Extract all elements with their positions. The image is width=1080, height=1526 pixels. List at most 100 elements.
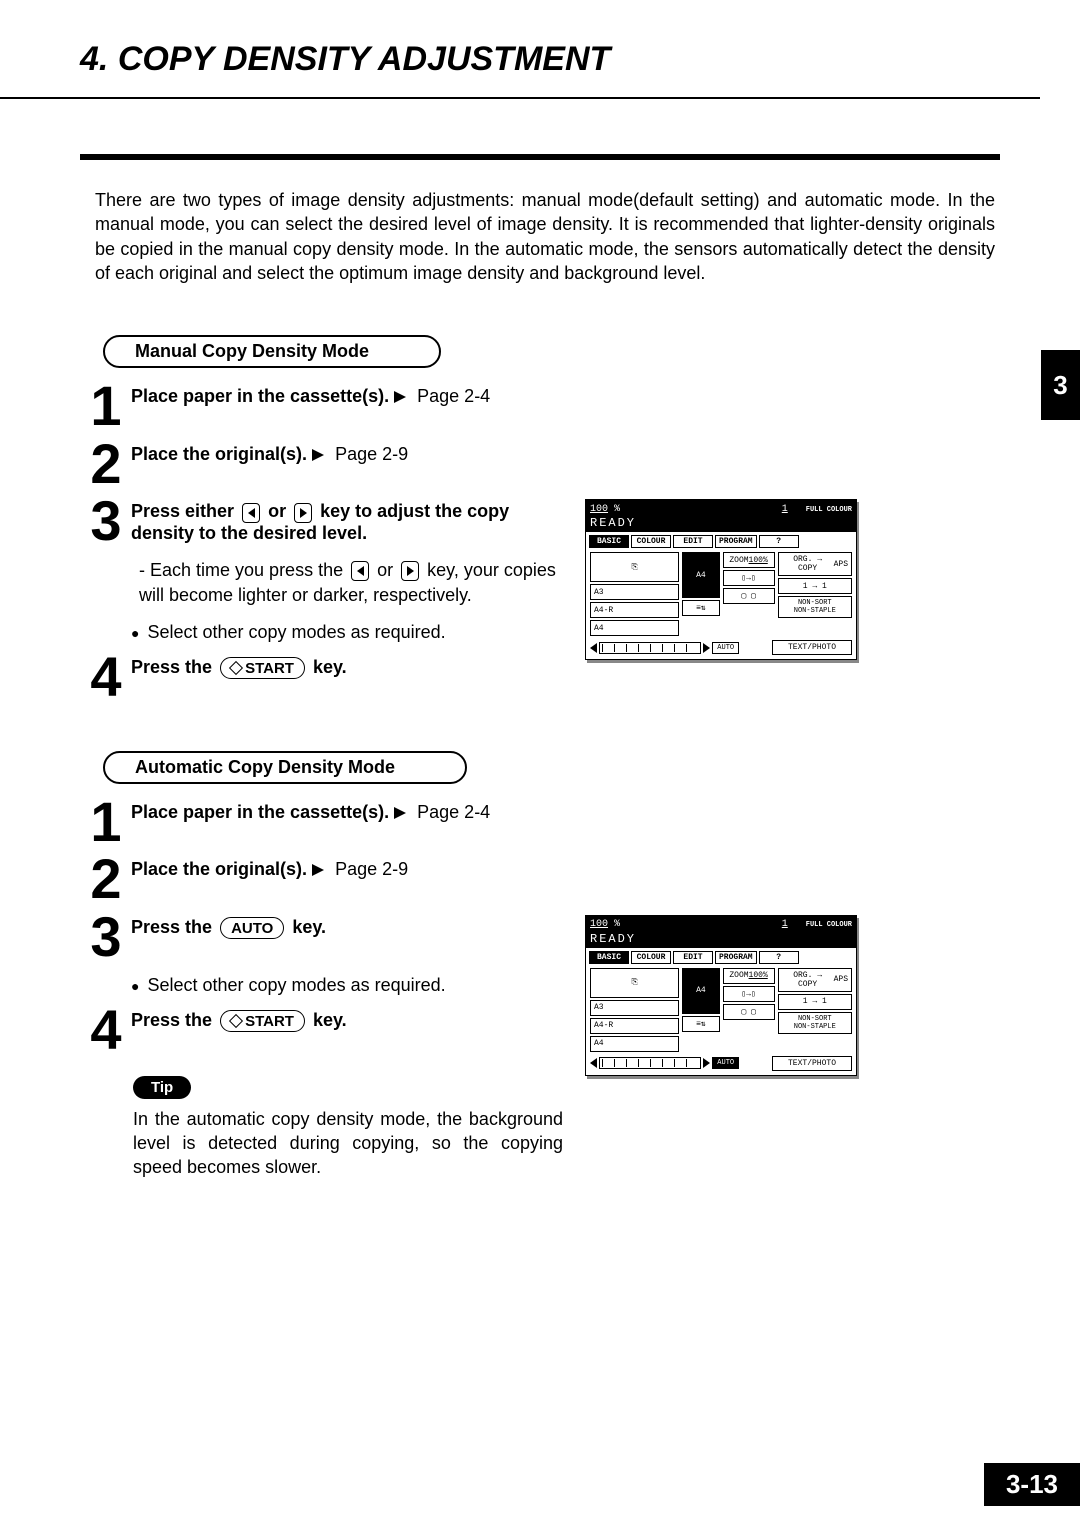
- panel-finisher-icon[interactable]: ▢ ▢: [723, 588, 775, 604]
- panel-tab-edit[interactable]: EDIT: [673, 535, 713, 548]
- reference-arrow-icon: [312, 864, 324, 876]
- density-lighter-key-icon: [351, 561, 369, 581]
- step-bullet: Select other copy modes as required.: [131, 622, 565, 643]
- panel-sort[interactable]: NON-SORT NON-STAPLE: [778, 1012, 852, 1034]
- reference-arrow-icon: [394, 807, 406, 819]
- page-reference: Page 2-9: [335, 444, 408, 464]
- chapter-tab: 3: [1041, 350, 1080, 420]
- step-number: 1: [85, 798, 127, 846]
- page-reference: Page 2-9: [335, 859, 408, 879]
- auto-step-4: 4 Press the START key.: [85, 1006, 565, 1054]
- reference-arrow-icon: [312, 449, 324, 461]
- panel-paper-a4r[interactable]: A4-R: [590, 602, 679, 618]
- panel-tab-basic[interactable]: BASIC: [589, 535, 629, 548]
- panel-sort[interactable]: NON-SORT NON-STAPLE: [778, 596, 852, 618]
- panel-density-lighter-icon[interactable]: [590, 643, 597, 653]
- step-number: 4: [85, 653, 127, 701]
- panel-bypass-tray-icon[interactable]: ⎘: [590, 552, 679, 582]
- step-number: 4: [85, 1006, 127, 1054]
- panel-density-slider[interactable]: [599, 642, 701, 654]
- panel-density-darker-icon[interactable]: [703, 1058, 710, 1068]
- panel-density-darker-icon[interactable]: [703, 643, 710, 653]
- step-text: Place paper in the cassette(s).: [131, 802, 389, 822]
- panel-colour-mode: FULL COLOUR: [806, 506, 852, 514]
- auto-mode-heading: Automatic Copy Density Mode: [103, 751, 467, 784]
- panel-paper-a4r[interactable]: A4-R: [590, 1018, 679, 1034]
- step-number: 3: [85, 497, 127, 545]
- panel-org-copy[interactable]: ORG. → COPYAPS: [778, 552, 852, 576]
- density-darker-key-icon: [294, 503, 312, 523]
- horizontal-rule: [80, 154, 1000, 160]
- copier-display-panel: 100 % 1 FULL COLOUR READY BASIC COLOUR E…: [585, 499, 857, 660]
- panel-auto-button[interactable]: AUTO: [712, 1057, 739, 1069]
- step-text-b: key.: [313, 657, 347, 677]
- step-bullet: Select other copy modes as required.: [131, 975, 565, 996]
- panel-colour-mode: FULL COLOUR: [806, 921, 852, 929]
- step-number: 2: [85, 440, 127, 488]
- panel-tab-program[interactable]: PROGRAM: [715, 951, 757, 964]
- step-number: 3: [85, 913, 127, 961]
- section-title: COPY DENSITY ADJUSTMENT: [118, 40, 610, 78]
- manual-step-3: 3 Press either or key to adjust the copy…: [85, 497, 565, 643]
- panel-stack-icon[interactable]: ≡⇅: [682, 600, 719, 616]
- copier-display-panel: 100 % 1 FULL COLOUR READY BASIC COLOUR E…: [585, 915, 857, 1076]
- intro-paragraph: There are two types of image density adj…: [95, 188, 995, 285]
- step-text-b: or: [268, 501, 286, 521]
- panel-zoom-button[interactable]: ZOOM100%: [723, 552, 775, 568]
- step-text-b: key.: [292, 917, 326, 937]
- panel-paper-a3[interactable]: A3: [590, 584, 679, 600]
- panel-duplex-icon[interactable]: ▯→▯: [723, 570, 775, 586]
- panel-copy-count: 1: [782, 919, 788, 930]
- step-sub-text: - Each time you press the or key, your c…: [139, 558, 565, 608]
- panel-copy-count: 1: [782, 504, 788, 515]
- density-darker-key-icon: [401, 561, 419, 581]
- panel-zoom-button[interactable]: ZOOM100%: [723, 968, 775, 984]
- manual-mode-heading: Manual Copy Density Mode: [103, 335, 441, 368]
- panel-org-copy[interactable]: ORG. → COPYAPS: [778, 968, 852, 992]
- panel-tab-colour[interactable]: COLOUR: [631, 951, 671, 964]
- step-text-a: Press the: [131, 1010, 212, 1030]
- panel-paper-a4[interactable]: A4: [590, 620, 679, 636]
- manual-step-1: 1 Place paper in the cassette(s). Page 2…: [85, 382, 1040, 430]
- panel-paper-a4-sel[interactable]: A4: [682, 968, 719, 1014]
- auto-step-1: 1 Place paper in the cassette(s). Page 2…: [85, 798, 1040, 846]
- panel-one-to-one[interactable]: 1 → 1: [778, 578, 852, 594]
- auto-step-2: 2 Place the original(s). Page 2-9: [85, 855, 1040, 903]
- panel-tab-help-icon[interactable]: ?: [759, 535, 799, 548]
- panel-tab-basic[interactable]: BASIC: [589, 951, 629, 964]
- panel-density-lighter-icon[interactable]: [590, 1058, 597, 1068]
- step-text-a: Press the: [131, 657, 212, 677]
- start-key-icon: START: [220, 1010, 305, 1032]
- step-number: 2: [85, 855, 127, 903]
- panel-stack-icon[interactable]: ≡⇅: [682, 1016, 719, 1032]
- page-reference: Page 2-4: [417, 386, 490, 406]
- panel-bypass-tray-icon[interactable]: ⎘: [590, 968, 679, 998]
- panel-paper-a4[interactable]: A4: [590, 1036, 679, 1052]
- panel-density-slider[interactable]: [599, 1057, 701, 1069]
- panel-tab-colour[interactable]: COLOUR: [631, 535, 671, 548]
- panel-tab-program[interactable]: PROGRAM: [715, 535, 757, 548]
- panel-tab-help-icon[interactable]: ?: [759, 951, 799, 964]
- panel-text-photo[interactable]: TEXT/PHOTO: [772, 1056, 852, 1071]
- manual-step-2: 2 Place the original(s). Page 2-9: [85, 440, 1040, 488]
- step-text-a: Press the: [131, 917, 212, 937]
- panel-paper-a4-sel[interactable]: A4: [682, 552, 719, 598]
- panel-text-photo[interactable]: TEXT/PHOTO: [772, 640, 852, 655]
- panel-auto-button[interactable]: AUTO: [712, 642, 739, 654]
- panel-zoom-pct: 100: [590, 504, 608, 515]
- panel-tab-edit[interactable]: EDIT: [673, 951, 713, 964]
- page-reference: Page 2-4: [417, 802, 490, 822]
- start-key-icon: START: [220, 657, 305, 679]
- panel-finisher-icon[interactable]: ▢ ▢: [723, 1004, 775, 1020]
- reference-arrow-icon: [394, 391, 406, 403]
- step-text-a: Press either: [131, 501, 234, 521]
- step-text: Place the original(s).: [131, 859, 307, 879]
- page-title: 4. COPY DENSITY ADJUSTMENT: [0, 0, 1040, 99]
- tip-label: Tip: [133, 1076, 191, 1099]
- step-text: Place the original(s).: [131, 444, 307, 464]
- panel-paper-a3[interactable]: A3: [590, 1000, 679, 1016]
- manual-step-4: 4 Press the START key.: [85, 653, 565, 701]
- panel-duplex-icon[interactable]: ▯→▯: [723, 986, 775, 1002]
- tip-block: Tip In the automatic copy density mode, …: [133, 1076, 563, 1180]
- panel-one-to-one[interactable]: 1 → 1: [778, 994, 852, 1010]
